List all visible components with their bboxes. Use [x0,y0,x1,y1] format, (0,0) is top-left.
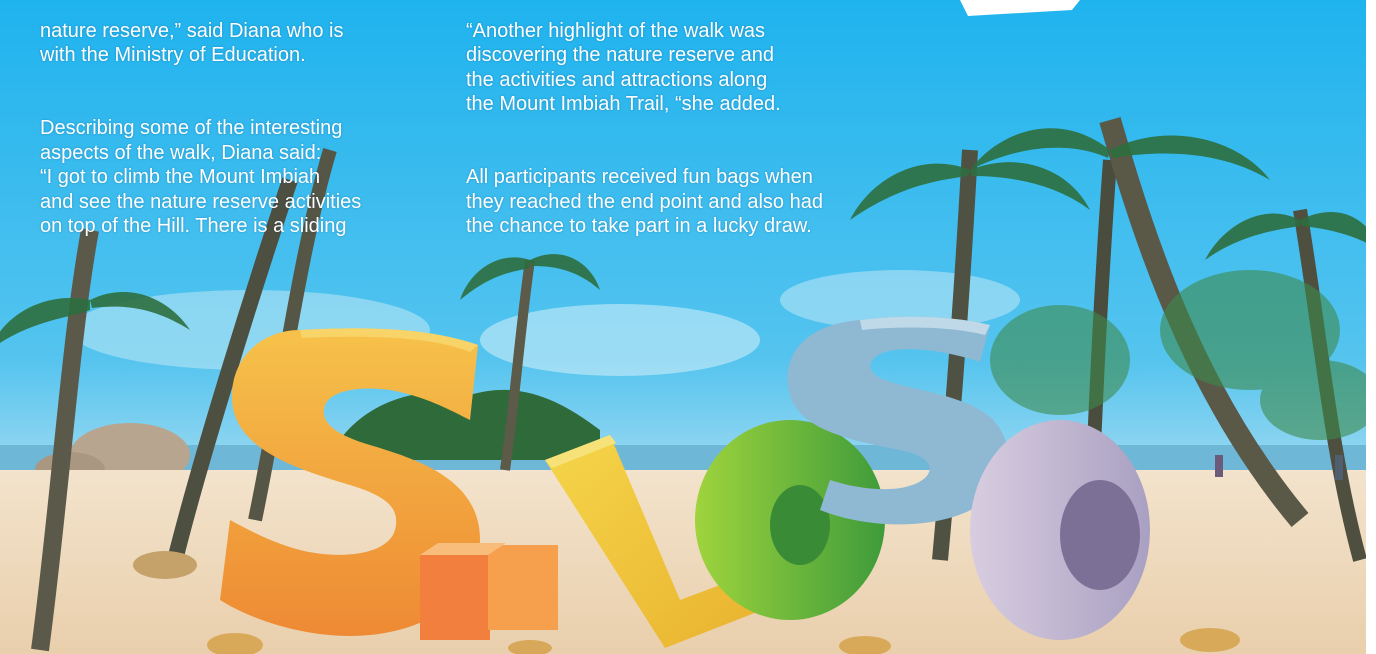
paragraph-quote-end: nature reserve,” said Diana who is with … [40,19,344,67]
paragraph-describing-walk: Describing some of the interesting aspec… [40,117,362,237]
page-margin [1366,0,1376,654]
paragraph-fun-bags: All participants received fun bags when … [466,166,823,237]
article-column-middle: “Another highlight of the walk was disco… [466,0,886,287]
article-column-left: nature reserve,” said Diana who is with … [40,0,420,287]
paragraph-highlight: “Another highlight of the walk was disco… [466,19,781,116]
magazine-page: nature reserve,” said Diana who is with … [0,0,1366,654]
